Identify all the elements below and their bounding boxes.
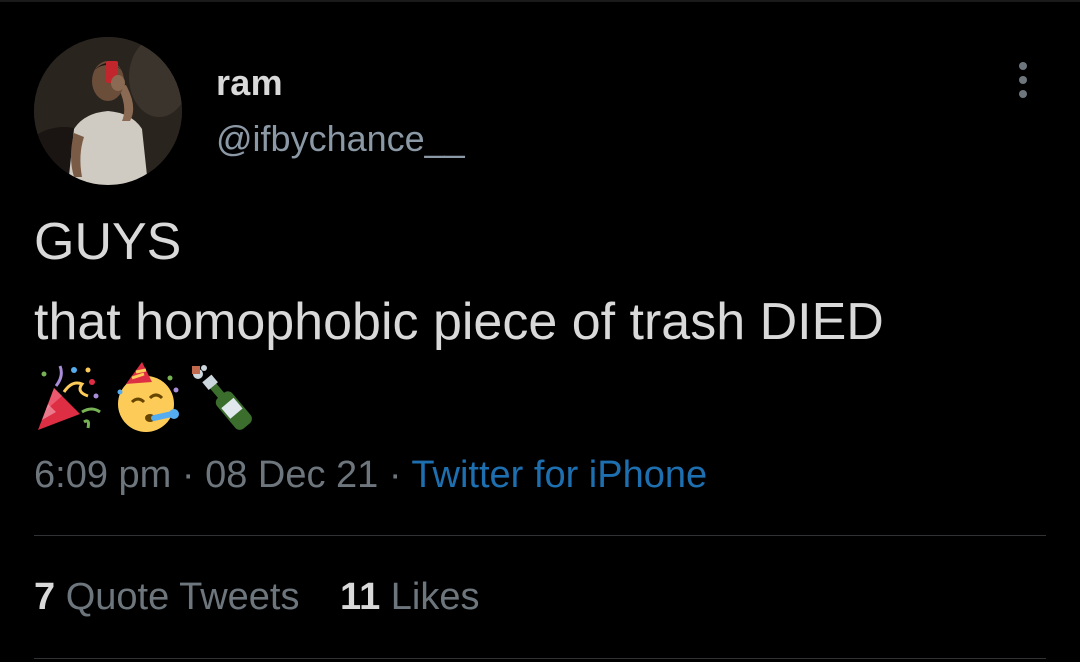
emoji-row [34,362,260,438]
likes-count: 11 [340,576,381,618]
divider [34,535,1046,536]
tweet-metadata: 6:09 pm · 08 Dec 21 · Twitter for iPhone [34,454,707,497]
quote-tweets-label: Quote Tweets [65,576,300,618]
more-dot-icon [1019,90,1027,98]
profile-photo [34,37,182,185]
display-name[interactable]: ram [216,62,283,104]
quote-tweets-stat[interactable]: 7 Quote Tweets [34,576,299,618]
likes-stat[interactable]: 11 Likes [340,576,479,618]
top-divider [0,0,1080,2]
divider [34,658,1046,659]
tweet-time[interactable]: 6:09 pm [34,454,171,496]
champagne-icon [192,365,252,430]
party-popper-icon [38,365,101,430]
tweet-text-line: GUYS [34,213,182,271]
meta-separator: · [181,454,195,496]
tweet-text-line: that homophobic piece of trash DIED [34,293,884,351]
more-options-button[interactable] [1008,58,1038,102]
tweet-date[interactable]: 08 Dec 21 [205,454,378,496]
more-dot-icon [1019,76,1027,84]
tweet-source-link[interactable]: Twitter for iPhone [411,454,707,496]
user-handle[interactable]: @ifbychance__ [216,118,465,160]
partying-face-icon [117,362,179,432]
engagement-stats: 7 Quote Tweets 11 Likes [34,576,510,619]
likes-label: Likes [390,576,480,618]
meta-separator: · [388,454,402,496]
more-dot-icon [1019,62,1027,70]
avatar[interactable] [34,37,182,185]
quote-tweets-count: 7 [34,576,56,618]
